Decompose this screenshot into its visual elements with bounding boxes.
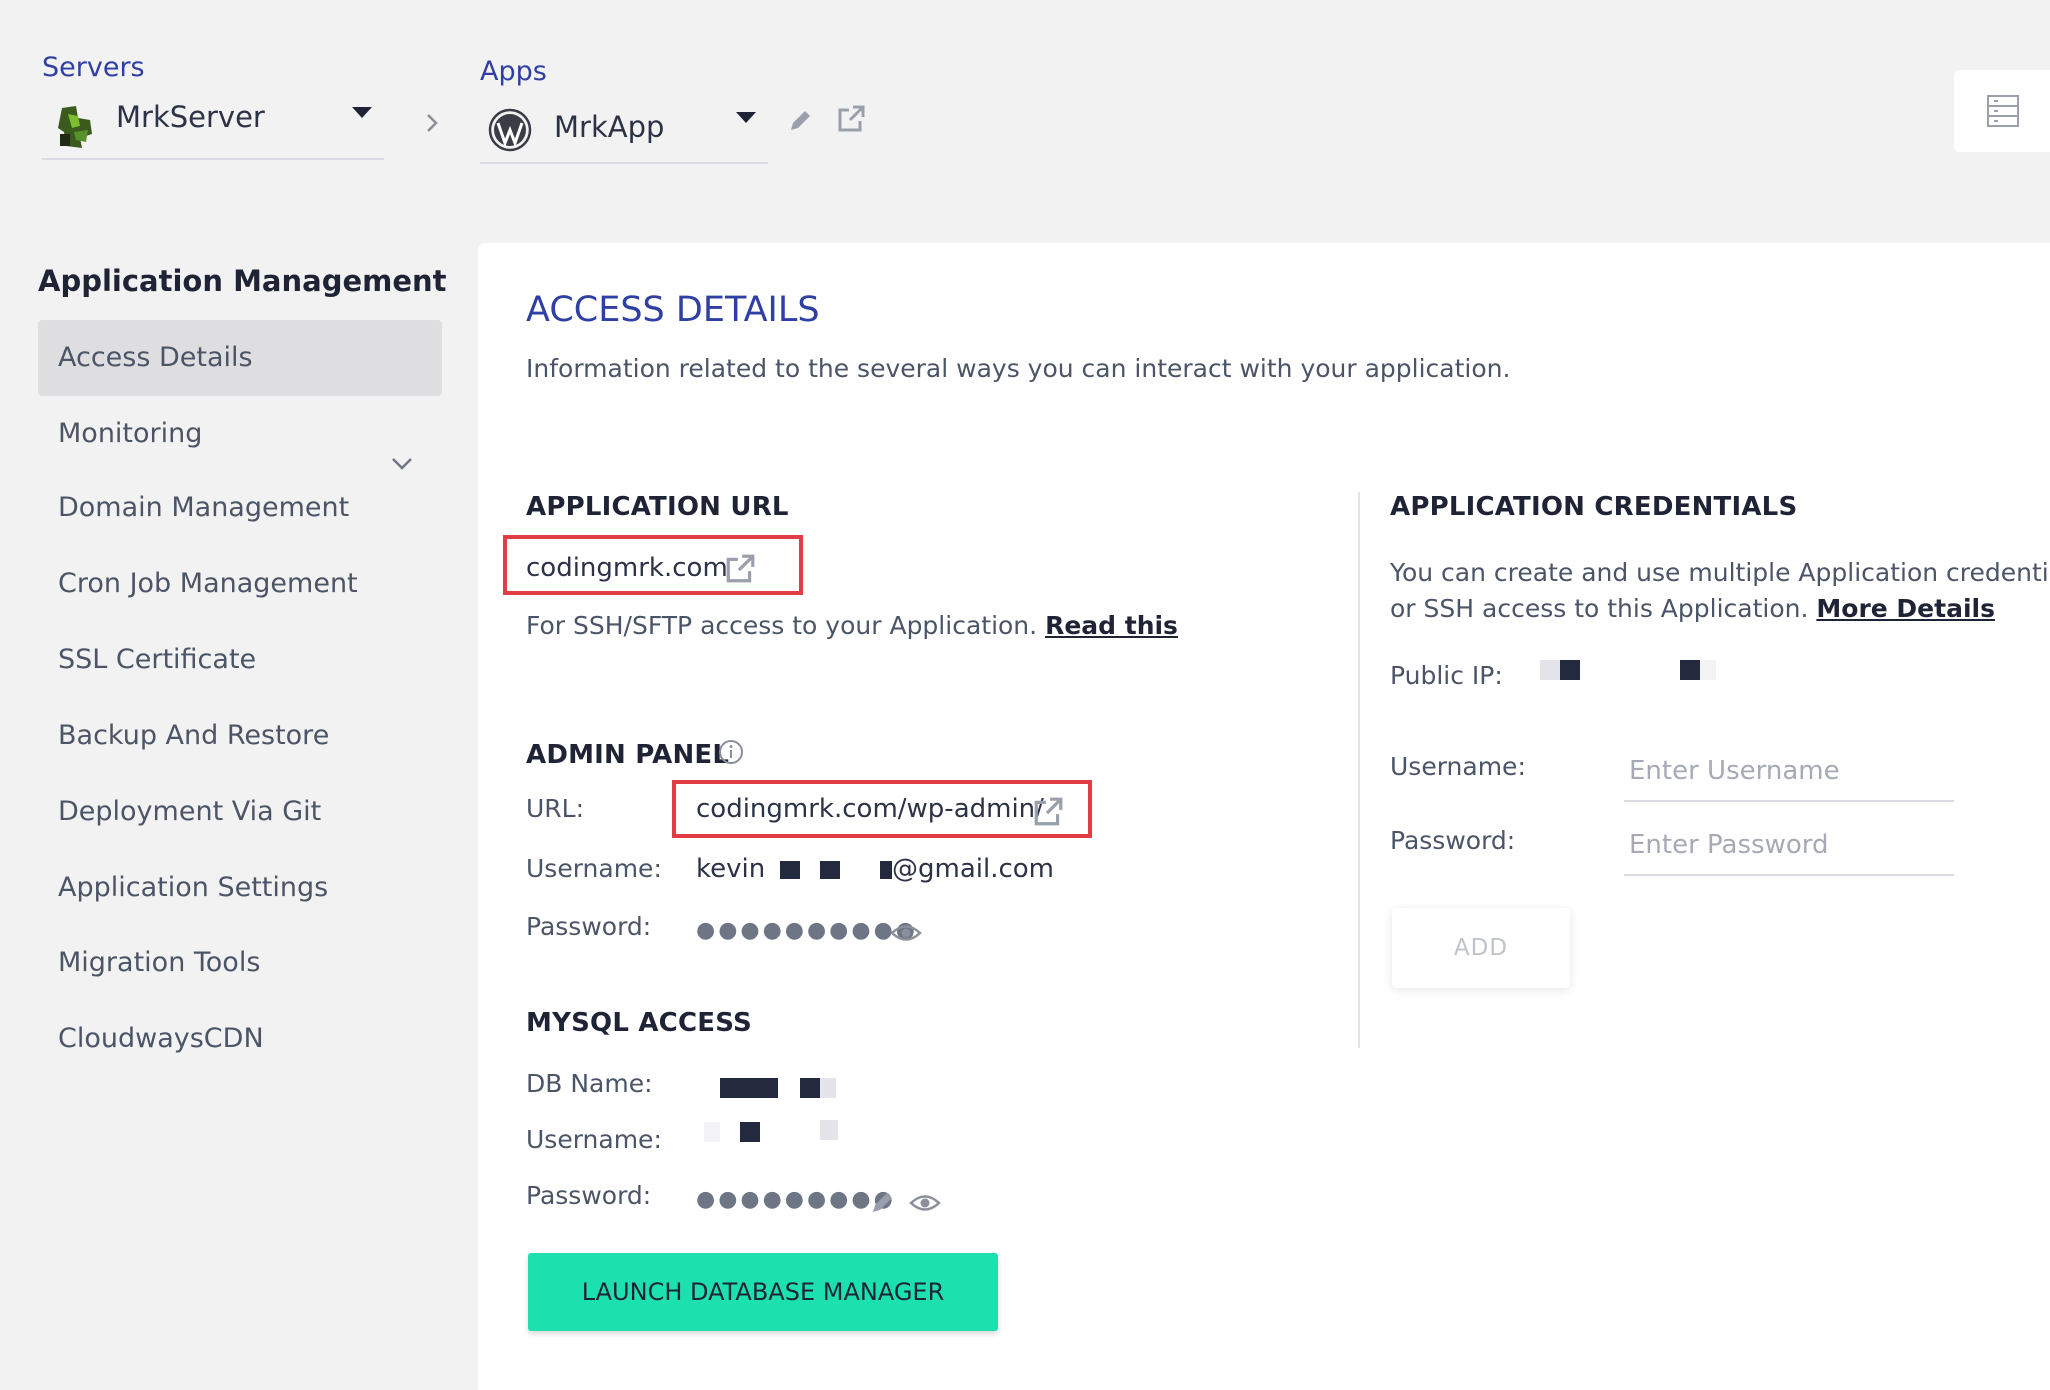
admin-username-label: Username: <box>526 854 662 883</box>
mysql-access-heading: MYSQL ACCESS <box>526 1008 752 1038</box>
server-caret-down-icon <box>352 107 372 118</box>
admin-username-suffix: @gmail.com <box>892 854 1055 884</box>
ssh-access-text: For SSH/SFTP access to your Application.… <box>526 611 1178 640</box>
redacted-block <box>1540 660 1560 680</box>
breadcrumb-chevron-right-icon <box>425 112 439 138</box>
admin-url-text: codingmrk.com/wp-admin/ <box>696 794 1044 824</box>
credentials-username-label: Username: <box>1390 752 1526 781</box>
sidebar-item-domain-management[interactable]: Domain Management <box>38 470 442 546</box>
redacted-block <box>704 1122 720 1142</box>
app-caret-down-icon <box>736 112 756 123</box>
redacted-block <box>740 1122 760 1142</box>
mysql-password-label: Password: <box>526 1181 652 1210</box>
add-credentials-button[interactable]: ADD <box>1392 908 1570 988</box>
sidebar-item-cloudwayscdn[interactable]: CloudwaysCDN <box>38 1001 442 1077</box>
sidebar-item-backup-and-restore[interactable]: Backup And Restore <box>38 698 442 774</box>
mysql-password-mask: ●●●●●●●●● <box>696 1187 896 1212</box>
column-divider <box>1358 492 1360 1048</box>
redacted-block <box>800 1078 820 1098</box>
page-title: ACCESS DETAILS <box>526 290 820 330</box>
sidebar-item-migration-tools[interactable]: Migration Tools <box>38 925 442 1001</box>
redacted-block <box>1700 660 1716 680</box>
app-selector[interactable]: MrkApp <box>480 72 768 164</box>
admin-password-label: Password: <box>526 912 652 941</box>
server-list-toggle-button[interactable] <box>1954 70 2050 152</box>
server-logo-icon <box>56 104 100 154</box>
application-url-link[interactable]: codingmrk.com <box>526 553 728 583</box>
public-ip-label: Public IP: <box>1390 661 1503 690</box>
credentials-username-input[interactable]: Enter Username <box>1624 740 1954 802</box>
wordpress-logo-icon <box>488 108 532 156</box>
credentials-description-line-2: or SSH access to this Application. More … <box>1390 594 1995 623</box>
admin-panel-heading: ADMIN PANEL <box>526 740 730 770</box>
credentials-description-text: or SSH access to this Application. <box>1390 594 1809 623</box>
edit-app-pencil-icon[interactable] <box>787 108 813 134</box>
redacted-block <box>880 861 892 879</box>
credentials-description-line-1: You can create and use multiple Applicat… <box>1390 558 2050 587</box>
sidebar-heading: Application Management <box>38 264 447 298</box>
redacted-block <box>720 1078 778 1098</box>
list-icon <box>1986 94 2020 132</box>
redacted-block <box>1680 660 1700 680</box>
sidebar-item-access-details[interactable]: Access Details <box>38 320 442 396</box>
admin-username-value: kevin @gmail.com <box>696 854 1054 888</box>
sidebar-item-label: Monitoring <box>58 418 203 449</box>
info-icon[interactable] <box>718 739 744 765</box>
sidebar-item-cron-job-management[interactable]: Cron Job Management <box>38 546 442 622</box>
launch-database-manager-button[interactable]: LAUNCH DATABASE MANAGER <box>528 1253 998 1331</box>
sidebar-item-label: Application Settings <box>58 872 329 903</box>
redacted-block <box>820 1120 838 1140</box>
mysql-username-label: Username: <box>526 1125 662 1154</box>
credentials-password-input[interactable]: Enter Password <box>1624 814 1954 876</box>
sidebar-item-label: Backup And Restore <box>58 720 330 751</box>
redacted-block <box>820 861 840 879</box>
admin-url-external-link-icon[interactable] <box>1032 796 1064 828</box>
show-admin-password-eye-icon[interactable] <box>890 922 922 944</box>
mysql-username-value-redacted <box>696 1116 846 1150</box>
redacted-block <box>820 1078 836 1098</box>
password-placeholder: Enter Password <box>1629 830 1829 860</box>
page-subtitle: Information related to the several ways … <box>526 354 1511 383</box>
application-url-heading: APPLICATION URL <box>526 492 789 522</box>
sidebar-item-label: Access Details <box>58 342 253 373</box>
sidebar-item-label: Cron Job Management <box>58 568 358 599</box>
redacted-block <box>780 861 800 879</box>
app-name: MrkApp <box>554 110 665 144</box>
sidebar-item-label: Migration Tools <box>58 947 261 978</box>
open-app-external-link-icon[interactable] <box>836 104 866 134</box>
edit-mysql-password-pencil-icon[interactable] <box>869 1190 895 1216</box>
redacted-block <box>1560 660 1580 680</box>
application-url-text: codingmrk.com <box>526 553 728 583</box>
sidebar-item-ssl-certificate[interactable]: SSL Certificate <box>38 622 442 698</box>
sidebar-item-application-settings[interactable]: Application Settings <box>38 850 442 926</box>
more-details-link[interactable]: More Details <box>1816 594 1995 623</box>
username-placeholder: Enter Username <box>1629 756 1840 786</box>
admin-password-mask: ●●●●●●●●●● <box>696 918 918 943</box>
credentials-password-label: Password: <box>1390 826 1516 855</box>
show-mysql-password-eye-icon[interactable] <box>909 1192 941 1214</box>
db-name-value-redacted <box>696 1072 846 1102</box>
public-ip-value-redacted <box>1540 656 1730 686</box>
db-name-label: DB Name: <box>526 1069 653 1098</box>
sidebar-item-label: CloudwaysCDN <box>58 1023 264 1054</box>
sidebar-item-label: Deployment Via Git <box>58 796 322 827</box>
admin-url-label: URL: <box>526 794 585 823</box>
admin-url-link[interactable]: codingmrk.com/wp-admin/ <box>696 794 1044 824</box>
ssh-access-label: For SSH/SFTP access to your Application. <box>526 611 1038 640</box>
server-name: MrkServer <box>116 100 265 134</box>
sidebar-item-deployment-via-git[interactable]: Deployment Via Git <box>38 774 442 850</box>
server-selector[interactable]: MrkServer <box>42 68 384 160</box>
admin-username-prefix: kevin <box>696 854 766 884</box>
sidebar-item-label: Domain Management <box>58 492 350 523</box>
sidebar-item-monitoring[interactable]: Monitoring <box>38 396 442 472</box>
read-this-link[interactable]: Read this <box>1045 611 1178 640</box>
sidebar-item-label: SSL Certificate <box>58 644 257 675</box>
application-url-external-link-icon[interactable] <box>724 553 756 585</box>
application-credentials-heading: APPLICATION CREDENTIALS <box>1390 492 1798 522</box>
